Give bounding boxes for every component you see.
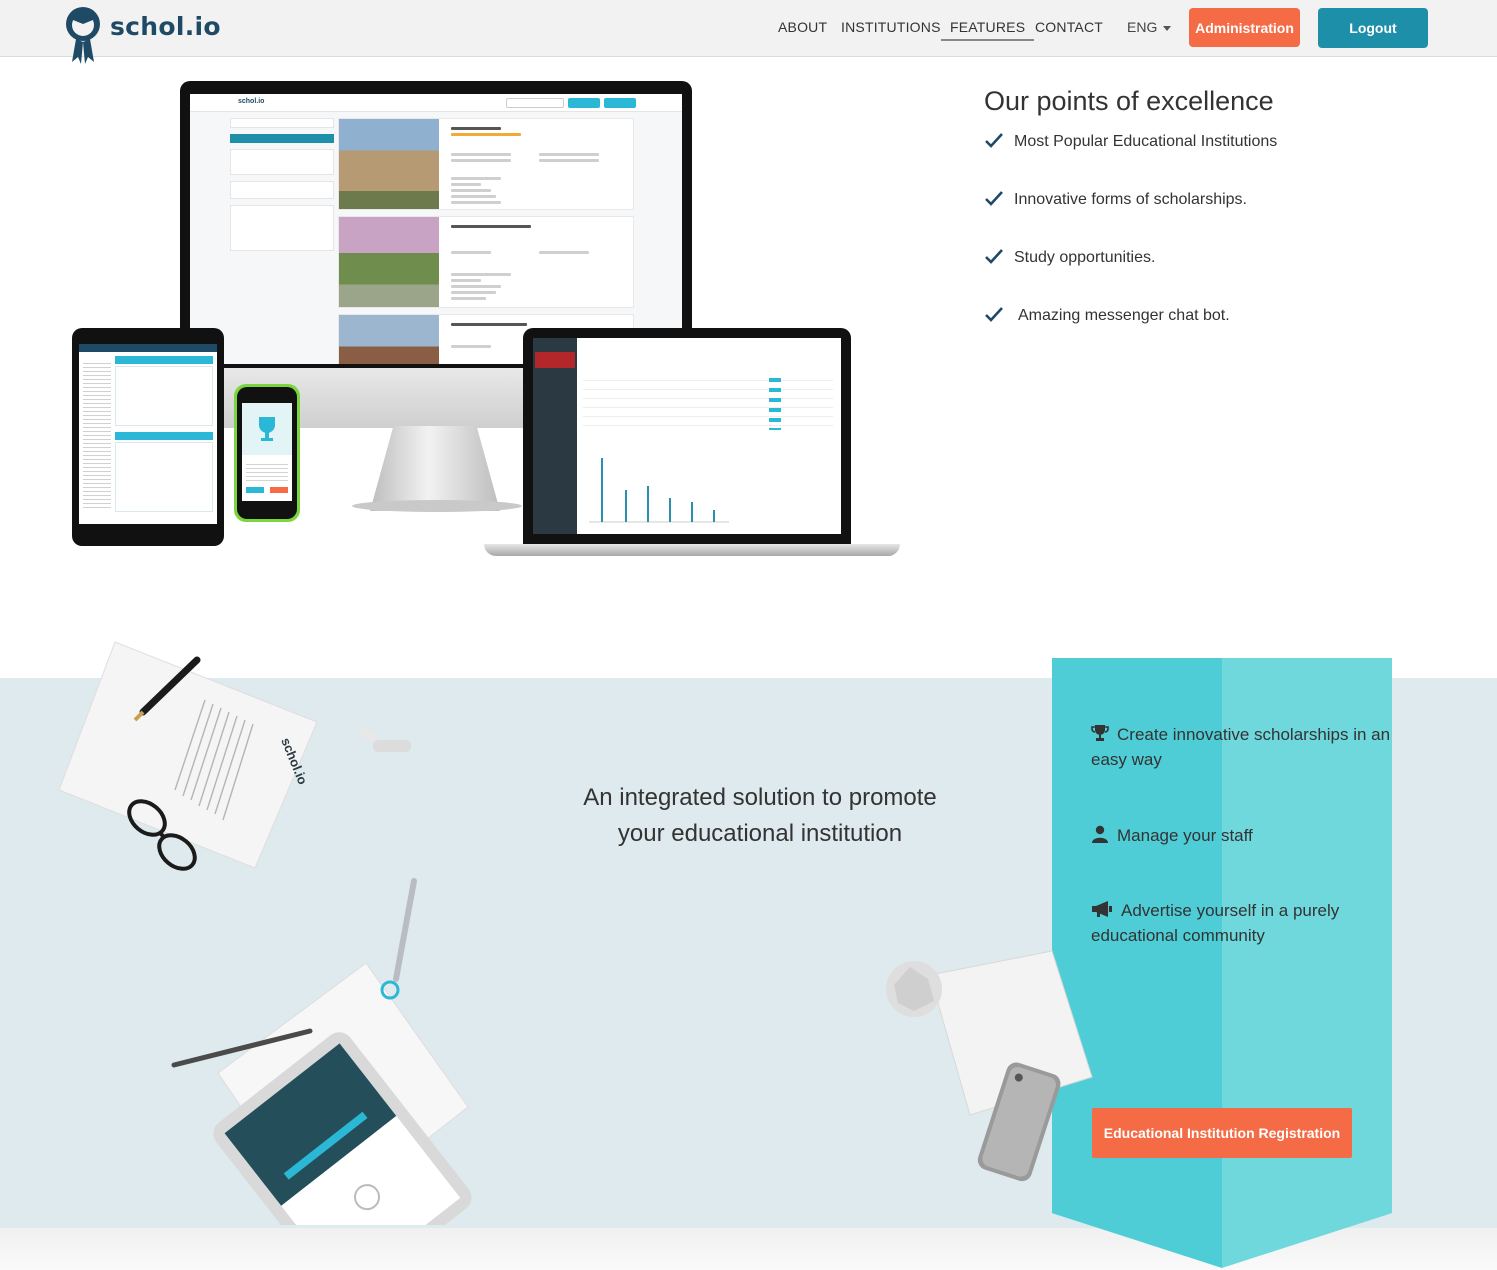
excellence-title: Our points of excellence [984,86,1274,116]
nav-features[interactable]: FEATURES [941,19,1035,41]
excellence-item: Most Popular Educational Institutions [984,131,1277,151]
nav-contact[interactable]: CONTACT [1035,19,1103,35]
institution-registration-button[interactable]: Educational Institution Registration [1092,1108,1352,1158]
laptop-device [523,328,851,544]
excellence-item: Amazing messenger chat bot. [984,305,1230,325]
brand-logo[interactable]: schol.io [62,4,221,66]
monitor-screen: schol.io [190,94,682,364]
megaphone-icon [1092,901,1112,917]
paper-with-pen-image: schol.io [58,641,411,871]
nav-about[interactable]: ABOUT [778,19,827,35]
feature-scholarships: Create innovative scholarships in an eas… [1091,725,1391,769]
checkmark-icon [985,249,1003,264]
checkmark-icon [985,133,1003,148]
administration-button[interactable]: Administration [1189,8,1300,47]
language-selector[interactable]: ENG [1127,19,1157,35]
phone-device [234,384,300,522]
nav-institutions[interactable]: INSTITUTIONS [841,19,941,35]
tablet-with-pencil-image [171,878,472,1225]
tablet-device [72,328,224,546]
checkmark-icon [985,307,1003,322]
top-navbar: schol.io ABOUT INSTITUTIONS FEATURES CON… [0,0,1497,64]
logout-button[interactable]: Logout [1318,8,1428,48]
chevron-down-icon[interactable] [1163,26,1171,31]
excellence-item: Study opportunities. [984,247,1155,267]
notepad-and-phone-image [886,950,1093,1182]
checkmark-icon [985,191,1003,206]
promo-tagline: An integrated solution to promote your e… [583,784,937,847]
devices-mockup-image: schol.io [70,78,910,568]
feature-staff: Manage your staff [1091,823,1391,848]
logo-text: schol.io [110,11,221,41]
feature-advertise: Advertise yourself in a purely education… [1091,901,1340,945]
user-icon [1092,825,1108,843]
trophy-icon [1091,725,1109,741]
graduation-mascot-icon [66,7,100,64]
excellence-item: Innovative forms of scholarships. [984,189,1247,209]
